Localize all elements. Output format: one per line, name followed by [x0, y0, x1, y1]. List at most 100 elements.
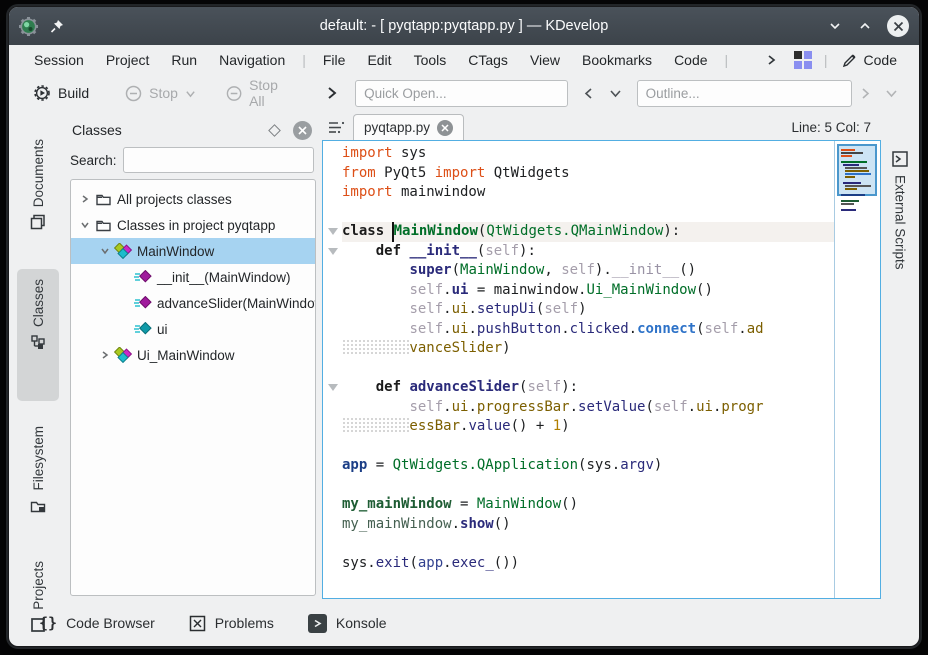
status-button-problems[interactable]: Problems [189, 615, 274, 632]
class-search-input[interactable] [123, 147, 314, 173]
sidebar-tab-filesystem[interactable]: Filesystem [17, 416, 59, 534]
editor-view[interactable]: import sysfrom PyQt5 import QtWidgetsimp… [322, 140, 881, 599]
class-tree: All projects classesClasses in project p… [70, 179, 316, 596]
code-line[interactable]: class MainWindow(QtWidgets.QMainWindow): [342, 222, 834, 242]
minimap-line [841, 203, 854, 205]
tree-item-mainwindow[interactable]: MainWindow [71, 238, 315, 264]
tree-expander-icon[interactable] [97, 246, 113, 256]
tab-pyqtapp-py[interactable]: pyqtapp.py [353, 114, 464, 140]
tab-close-icon[interactable] [437, 120, 453, 136]
code-line[interactable] [342, 359, 834, 379]
tree-item-advanceslider-mainwindow-[interactable]: advanceSlider(MainWindow) [71, 290, 315, 316]
tree-item-ui[interactable]: ui [71, 316, 315, 342]
code-line[interactable] [342, 437, 834, 457]
gutter [323, 203, 342, 223]
tab-external-scripts[interactable]: External Scripts [883, 151, 917, 270]
area-switcher-grid-icon[interactable] [794, 51, 812, 69]
code-line[interactable] [342, 476, 834, 496]
code-line[interactable]: my_mainWindow.show() [342, 515, 834, 535]
code-line[interactable]: app = QtWidgets.QApplication(sys.argv) [342, 456, 834, 476]
code-line[interactable]: my_mainWindow = MainWindow() [342, 495, 834, 515]
quick-open-input[interactable] [355, 80, 568, 107]
tree-item-classes-in-project-pyqtapp[interactable]: Classes in project pyqtapp [71, 212, 315, 238]
close-panel-icon[interactable] [293, 121, 312, 140]
menu-session[interactable]: Session [23, 48, 95, 72]
code-line[interactable]: super(MainWindow, self).__init__() [342, 261, 834, 281]
menu-view[interactable]: View [519, 48, 571, 72]
right-dock-strip: External Scripts [881, 111, 919, 604]
sidebar-tab-classes[interactable]: Classes [17, 269, 59, 401]
title-bar[interactable]: default: - [ pyqtapp:pyqtapp.py ] — KDev… [9, 7, 919, 45]
gutter [323, 281, 342, 301]
code-area[interactable]: import sysfrom PyQt5 import QtWidgetsimp… [323, 141, 834, 598]
minimap-line [843, 164, 859, 166]
code-line-wrapped[interactable]: vanceSlider) [342, 339, 834, 359]
menu-bookmarks[interactable]: Bookmarks [571, 48, 663, 72]
build-button[interactable]: Build [23, 80, 99, 106]
minimap-line [843, 182, 861, 184]
braces-icon: {} [39, 614, 57, 632]
window-title: default: - [ pyqtapp:pyqtapp.py ] — KDev… [9, 18, 919, 34]
code-line[interactable]: from PyQt5 import QtWidgets [342, 164, 834, 184]
code-line[interactable]: self.ui.progressBar.setValue(self.ui.pro… [342, 398, 834, 418]
menu-code[interactable]: Code [663, 48, 718, 72]
method-icon [133, 270, 153, 284]
tree-expander-icon[interactable] [77, 194, 93, 204]
minimap-line [841, 209, 856, 211]
fold-marker-icon[interactable] [323, 378, 342, 398]
word-wrap-indicator [342, 417, 409, 434]
toolbar-expand-chevron-icon[interactable] [318, 86, 345, 100]
detach-panel-icon[interactable] [268, 124, 281, 137]
minimap-line [841, 149, 855, 151]
pin-icon[interactable] [50, 19, 65, 34]
minimap-viewport[interactable] [837, 144, 877, 196]
code-line[interactable]: def advanceSlider(self): [342, 378, 834, 398]
code-line[interactable]: self.ui = mainwindow.Ui_MainWindow() [342, 281, 834, 301]
tree-item-__init__-mainwindow-[interactable]: __init__(MainWindow) [71, 264, 315, 290]
navigate-forward-icon[interactable] [852, 87, 878, 100]
code-line[interactable]: def __init__(self): [342, 242, 834, 262]
stop-all-button[interactable]: Stop All [216, 73, 304, 113]
minimize-icon[interactable] [827, 18, 843, 34]
menu-separator: | [296, 52, 312, 68]
menu-tools[interactable]: Tools [403, 48, 458, 72]
gutter [323, 339, 342, 359]
code-line-wrapped[interactable]: essBar.value() + 1) [342, 417, 834, 437]
close-icon[interactable] [887, 15, 909, 37]
gutter [323, 320, 342, 340]
tree-item-all-projects-classes[interactable]: All projects classes [71, 186, 315, 212]
code-line[interactable] [342, 203, 834, 223]
gutter [323, 417, 342, 437]
tree-expander-icon[interactable] [97, 350, 113, 360]
fold-marker-icon[interactable] [323, 242, 342, 262]
minimap-scrollbar[interactable] [834, 141, 880, 598]
status-button-konsole[interactable]: Konsole [308, 614, 387, 633]
fold-marker-icon[interactable] [323, 222, 342, 242]
previous-context-icon[interactable] [576, 87, 602, 100]
menu-ctags[interactable]: CTags [457, 48, 519, 72]
menu-edit[interactable]: Edit [356, 48, 402, 72]
sidebar-tab-label: Projects [31, 561, 46, 610]
menu-project[interactable]: Project [95, 48, 161, 72]
tree-item-ui_mainwindow[interactable]: Ui_MainWindow [71, 342, 315, 368]
menu-overflow-chevron-icon[interactable] [754, 50, 788, 70]
menu-run[interactable]: Run [160, 48, 208, 72]
tree-expander-icon[interactable] [77, 220, 93, 230]
next-context-dropdown-icon[interactable] [602, 87, 629, 99]
sidebar-tab-documents[interactable]: Documents [17, 129, 59, 247]
status-button-code-browser[interactable]: {}Code Browser [39, 614, 155, 632]
menu-navigation[interactable]: Navigation [208, 48, 296, 72]
code-line[interactable]: import sys [342, 144, 834, 164]
menu-file[interactable]: File [312, 48, 357, 72]
outline-input[interactable] [637, 80, 852, 107]
code-line[interactable] [342, 534, 834, 554]
stop-button[interactable]: Stop [115, 81, 206, 106]
code-line[interactable]: self.ui.setupUi(self) [342, 300, 834, 320]
maximize-icon[interactable] [857, 18, 873, 34]
code-line[interactable]: sys.exit(app.exec_()) [342, 554, 834, 574]
code-line[interactable]: self.ui.pushButton.clicked.connect(self.… [342, 320, 834, 340]
code-line[interactable]: import mainwindow [342, 183, 834, 203]
navigate-dropdown-icon[interactable] [878, 87, 905, 99]
code-area-button[interactable]: Code [834, 48, 905, 72]
document-list-icon[interactable] [328, 120, 345, 135]
